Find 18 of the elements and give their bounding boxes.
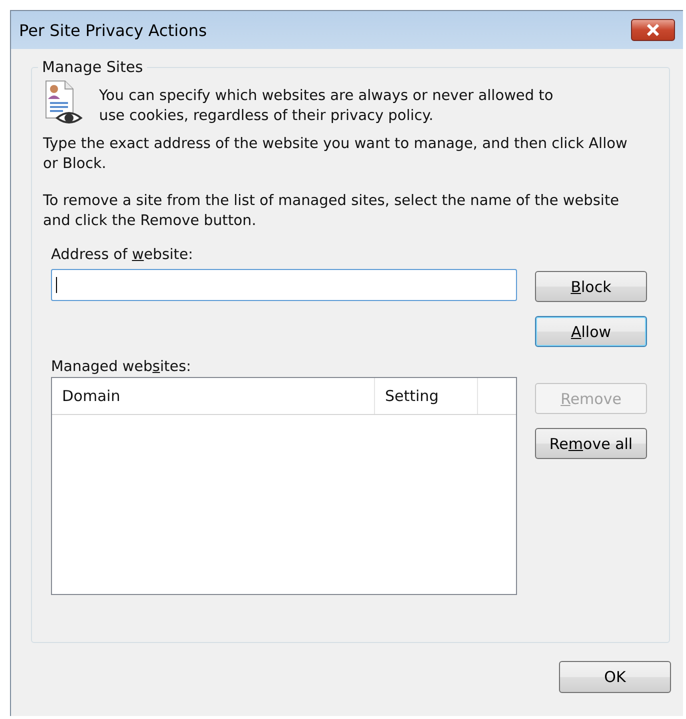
window-title: Per Site Privacy Actions: [19, 20, 207, 40]
column-header[interactable]: Setting: [375, 378, 478, 414]
instruction-text: To remove a site from the list of managed sites, select the name of the website and click the Remove button.: [43, 192, 620, 231]
ok-button[interactable]: OK: [559, 661, 671, 693]
instruction-text: Type the exact address of the website you want to manage, and then click Allow or Block.: [43, 135, 628, 174]
dialog-button[interactable]: Allow: [535, 316, 647, 347]
column-header[interactable]: Domain: [52, 378, 375, 414]
list-label: Managed websites:: [51, 359, 192, 375]
dialog-button[interactable]: Remove all: [535, 428, 647, 459]
description-text: You can specify which websites are always or never allowed to use cookies, regardless of their privacy policy.: [99, 87, 554, 126]
field-label: Address of website:: [51, 247, 194, 263]
close-button[interactable]: [631, 19, 675, 41]
close-icon: [644, 24, 662, 36]
group-title: Manage Sites: [38, 58, 147, 76]
document-eye-icon: [43, 80, 85, 126]
address-field[interactable]: [51, 269, 517, 301]
dialog-button[interactable]: Block: [535, 271, 647, 302]
sites-list[interactable]: Domain Setting: [51, 377, 517, 595]
